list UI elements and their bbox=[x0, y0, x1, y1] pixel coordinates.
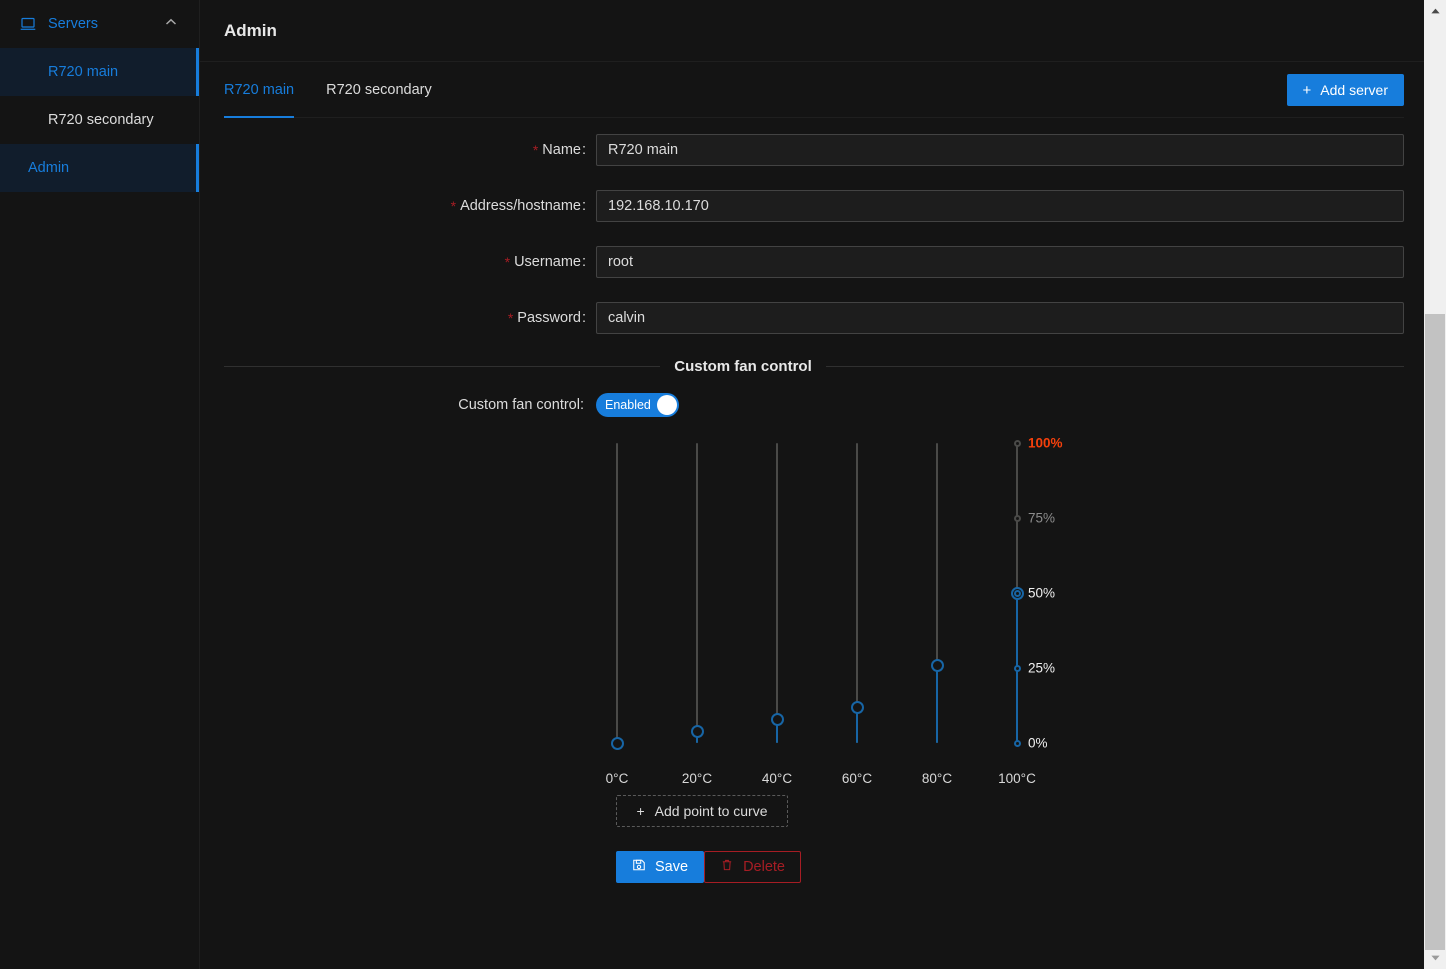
toggle-state-label: Enabled bbox=[605, 397, 651, 412]
x-axis-label-80c: 80°C bbox=[921, 771, 953, 786]
address-label-text: Address/hostname bbox=[460, 198, 581, 214]
slider-tick-label-0: 0% bbox=[1028, 735, 1048, 751]
section-divider-custom-fan-control: Custom fan control bbox=[224, 358, 1404, 375]
toggle-knob bbox=[656, 395, 677, 415]
x-axis-label-20c: 20°C bbox=[681, 771, 713, 786]
slider-tick-dot-100 bbox=[1013, 439, 1021, 447]
username-label-text: Username bbox=[514, 254, 581, 270]
divider-line-left bbox=[224, 366, 661, 367]
sidebar-item-r720-main[interactable]: R720 main bbox=[0, 48, 199, 96]
slider-track[interactable] bbox=[696, 443, 698, 743]
address-input[interactable] bbox=[596, 190, 1404, 222]
name-label: * Name: bbox=[532, 142, 586, 158]
divider-title: Custom fan control bbox=[674, 358, 812, 375]
delete-button[interactable]: Delete bbox=[704, 851, 801, 883]
sidebar-item-r720-secondary[interactable]: R720 secondary bbox=[0, 96, 199, 144]
slider-tick-label-50: 50% bbox=[1028, 585, 1056, 601]
divider-line-right bbox=[825, 366, 1404, 367]
form-row-address: * Address/hostname: bbox=[224, 190, 1404, 222]
fan-curve-chart: 0°C 20°C 40°C 60°C 80°C 0% 25% 50% 75% 100% 100°C … bbox=[224, 433, 1404, 883]
password-input[interactable] bbox=[596, 302, 1404, 334]
add-server-label: Add server bbox=[1320, 82, 1388, 98]
required-asterisk: * bbox=[450, 198, 457, 214]
sidebar-item-label: R720 main bbox=[48, 64, 119, 80]
custom-fan-control-label: Custom fan control: bbox=[458, 397, 584, 413]
save-icon bbox=[632, 858, 646, 876]
page-title: Admin bbox=[224, 20, 277, 40]
server-form: *Name: *Address/hostname: *Username: *Pa… bbox=[224, 118, 1404, 334]
tab-r720-secondary[interactable]: R720 secondary bbox=[326, 62, 432, 118]
address-label: * Address/hostname: bbox=[450, 198, 586, 214]
slider-tick-label-25: 25% bbox=[1028, 660, 1056, 676]
slider-tick-label-75: 75% bbox=[1028, 510, 1056, 526]
x-axis-label-40c: 40°C bbox=[761, 771, 793, 786]
delete-label: Delete bbox=[743, 859, 785, 875]
page-header: Admin bbox=[200, 0, 1446, 62]
trash-icon bbox=[720, 858, 734, 876]
slider-tick-dot-25 bbox=[1013, 664, 1021, 672]
required-asterisk: * bbox=[507, 310, 514, 326]
slider-tick-label-100: 100% bbox=[1028, 435, 1063, 451]
scrollbar-down-arrow[interactable] bbox=[1424, 947, 1446, 969]
add-point-to-curve-button[interactable]: + Add point to curve bbox=[616, 795, 788, 827]
tab-label: R720 secondary bbox=[326, 82, 432, 98]
tab-label: R720 main bbox=[224, 82, 295, 98]
sidebar-group-label: Servers bbox=[48, 16, 98, 32]
scrollbar-up-arrow[interactable] bbox=[1424, 0, 1446, 22]
required-asterisk: * bbox=[532, 142, 539, 158]
name-input[interactable] bbox=[596, 134, 1404, 166]
save-label: Save bbox=[655, 859, 689, 875]
slider-handle[interactable] bbox=[690, 724, 704, 738]
form-row-name: * Name: bbox=[224, 134, 1404, 166]
form-row-username: * Username: bbox=[224, 246, 1404, 278]
username-label: * Username: bbox=[504, 254, 586, 270]
slider-handle[interactable] bbox=[930, 658, 944, 672]
sidebar-item-admin[interactable]: Admin bbox=[0, 144, 199, 192]
add-point-label: Add point to curve bbox=[654, 803, 768, 819]
slider-tick-dot-75 bbox=[1013, 514, 1021, 522]
scrollbar-thumb[interactable] bbox=[1425, 314, 1445, 950]
custom-fan-control-row: Custom fan control: Enabled bbox=[224, 393, 1404, 417]
custom-fan-control-toggle[interactable]: Enabled bbox=[596, 393, 679, 417]
sidebar-group-servers[interactable]: Servers bbox=[0, 0, 199, 48]
main-panel: Admin R720 main R720 secondary + Add ser… bbox=[200, 0, 1446, 969]
sidebar-item-label: Admin bbox=[28, 160, 70, 176]
plus-icon: + bbox=[636, 803, 645, 819]
slider-track[interactable] bbox=[776, 443, 778, 743]
slider-handle[interactable] bbox=[610, 736, 624, 750]
add-server-button[interactable]: + Add server bbox=[1286, 74, 1404, 106]
content-area: R720 main R720 secondary + Add server * N… bbox=[200, 62, 1446, 969]
sidebar-item-label: R720 secondary bbox=[48, 112, 154, 128]
slider-handle[interactable] bbox=[850, 700, 864, 714]
save-button[interactable]: Save bbox=[616, 851, 705, 883]
tab-bar: R720 main R720 secondary + Add server bbox=[224, 62, 1404, 118]
tab-r720-main[interactable]: R720 main bbox=[224, 62, 295, 118]
password-label: * Password: bbox=[507, 310, 586, 326]
name-label-text: Name bbox=[542, 142, 581, 158]
sidebar: Servers R720 main R720 secondary Admin bbox=[0, 0, 200, 969]
action-buttons: Save Delete bbox=[616, 851, 801, 883]
slider-track[interactable] bbox=[856, 443, 858, 743]
x-axis-label-60c: 60°C bbox=[841, 771, 873, 786]
server-monitor-icon bbox=[20, 16, 36, 32]
slider-tick-dot-0 bbox=[1013, 739, 1021, 747]
slider-tick-dot-50 bbox=[1013, 589, 1021, 597]
slider-fill bbox=[936, 665, 938, 743]
username-input[interactable] bbox=[596, 246, 1404, 278]
chevron-up-icon[interactable] bbox=[165, 18, 177, 29]
x-axis-label-100c: 100°C bbox=[998, 771, 1036, 786]
required-asterisk: * bbox=[504, 254, 511, 270]
slider-handle[interactable] bbox=[770, 712, 784, 726]
slider-track[interactable] bbox=[616, 443, 618, 743]
password-label-text: Password bbox=[517, 310, 581, 326]
x-axis-label-0c: 0°C bbox=[605, 771, 629, 786]
vertical-scrollbar[interactable] bbox=[1424, 0, 1446, 969]
form-row-password: * Password: bbox=[224, 302, 1404, 334]
plus-icon: + bbox=[1302, 81, 1312, 99]
